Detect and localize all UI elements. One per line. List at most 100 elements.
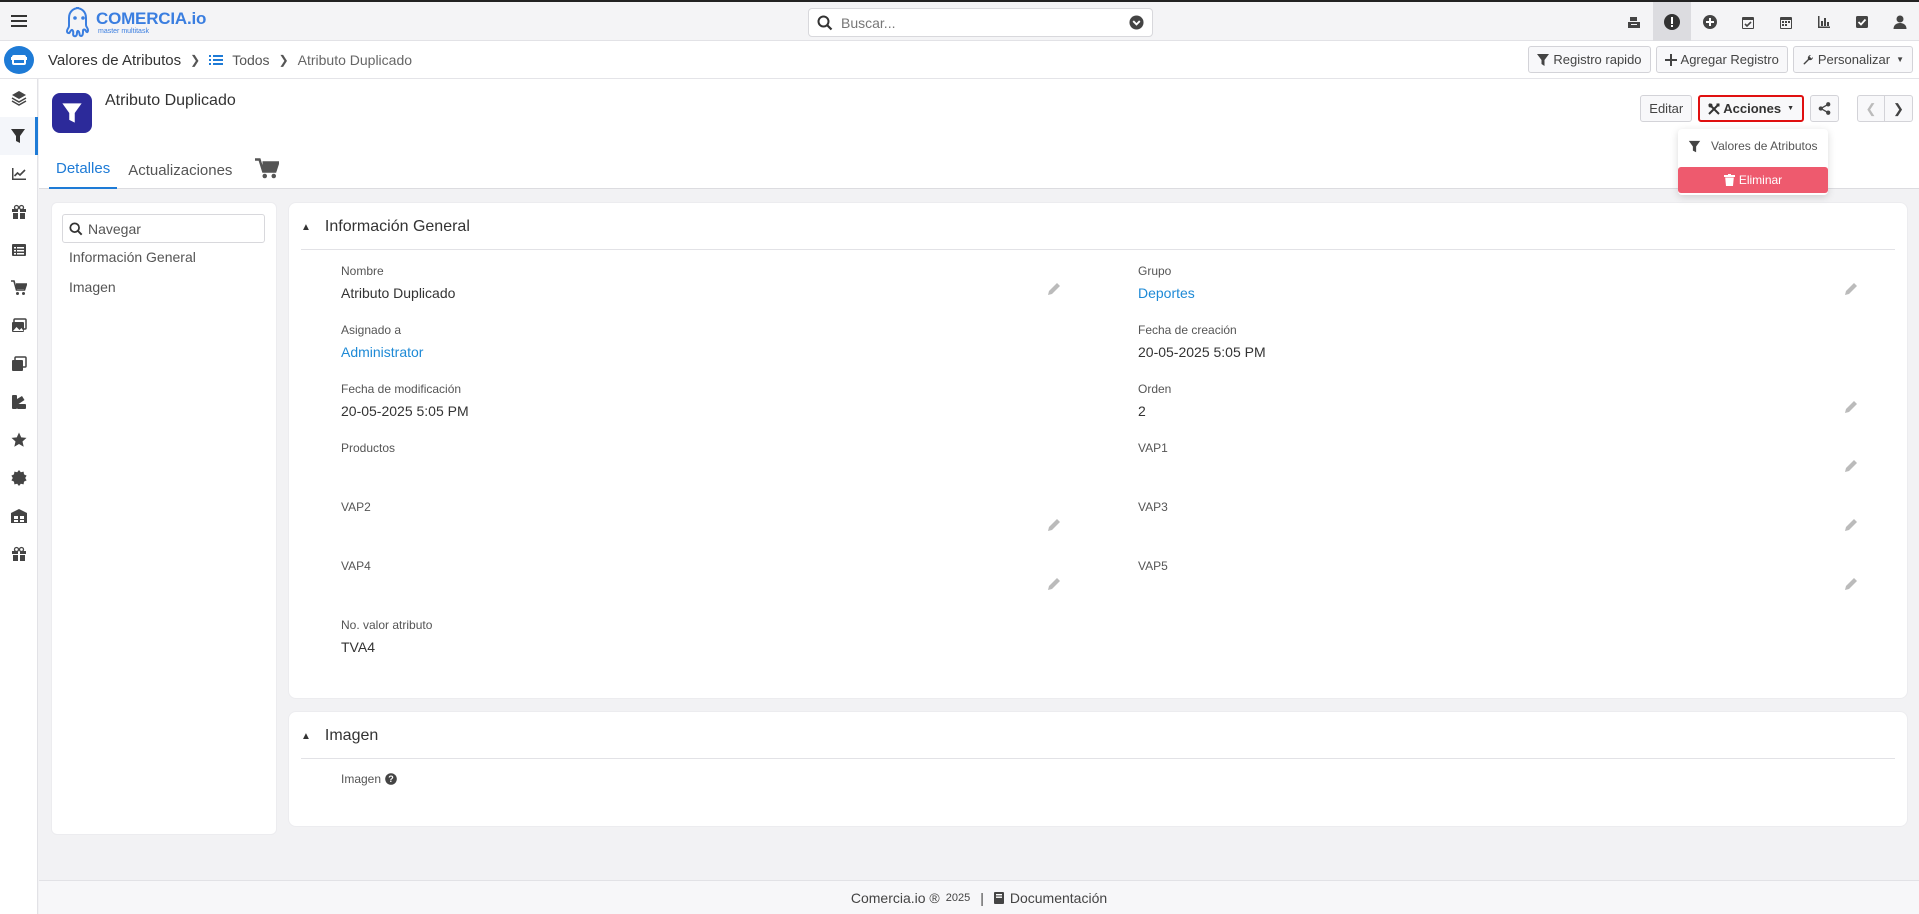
field-label: Fecha de modificación: [341, 382, 462, 396]
brand-logo[interactable]: COMERCIA.io master multitask: [66, 4, 206, 40]
main-content: Atributo Duplicado Detalles Actualizacio…: [39, 79, 1919, 914]
calendar-icon[interactable]: [1767, 2, 1805, 42]
record-filter-icon: [52, 93, 92, 133]
documentation-link[interactable]: Documentación: [1010, 890, 1107, 906]
panel-header[interactable]: ▲ Imagen: [301, 724, 378, 748]
field-label: Asignado a: [341, 323, 402, 337]
sidebar-list-icon[interactable]: [0, 231, 38, 269]
field-label: Orden: [1138, 382, 1172, 396]
bar-chart-icon[interactable]: [1805, 2, 1843, 42]
pencil-icon[interactable]: [1844, 400, 1858, 414]
filter-icon: [1537, 53, 1550, 66]
edit-button[interactable]: Editar: [1640, 95, 1693, 122]
field-value: TVA4: [341, 639, 375, 655]
pencil-icon[interactable]: [1844, 459, 1858, 473]
field-label: Fecha de creación: [1138, 323, 1237, 337]
footer-year: 2025: [945, 891, 971, 904]
cash-register-icon[interactable]: [1615, 2, 1653, 42]
search-input[interactable]: [841, 14, 1129, 31]
add-record-button[interactable]: Agregar Registro: [1655, 46, 1788, 73]
tab-detalles[interactable]: Detalles: [49, 160, 118, 189]
menu-item-valores-atributos[interactable]: Valores de Atributos: [1678, 129, 1828, 163]
nav-link-informacion-general[interactable]: Información General: [69, 249, 196, 265]
breadcrumb-bar: Valores de Atributos ❯ Todos ❯ Atributo …: [0, 41, 1919, 79]
sidebar-images-icon[interactable]: [0, 307, 38, 345]
pencil-icon[interactable]: [1047, 577, 1061, 591]
breadcrumb-separator-icon: ❯: [190, 53, 201, 67]
delete-button[interactable]: Eliminar: [1678, 167, 1828, 193]
check-square-icon[interactable]: [1843, 2, 1881, 42]
field-value: [1138, 462, 1858, 479]
field-fecha-modificacion: Fecha de modificación 20-05-2025 5:05 PM: [341, 382, 1061, 420]
field-value: [1138, 521, 1858, 538]
collapse-caret-icon[interactable]: ▲: [301, 731, 311, 742]
sidebar-gift-icon[interactable]: [0, 193, 38, 231]
field-value: 2: [1138, 403, 1146, 419]
breadcrumb-list[interactable]: Todos: [209, 52, 270, 68]
customize-label: Personalizar: [1817, 52, 1891, 67]
breadcrumb-record: Atributo Duplicado: [297, 52, 413, 68]
quick-create-label: Registro rapido: [1553, 52, 1642, 67]
sidebar-warehouse-icon[interactable]: [0, 497, 38, 535]
pencil-icon[interactable]: [1844, 282, 1858, 296]
sidebar-copy-icon[interactable]: [0, 345, 38, 383]
help-icon[interactable]: ?: [385, 773, 397, 785]
field-vap4: VAP4: [341, 559, 1061, 597]
tab-cart-icon[interactable]: [243, 158, 285, 189]
sidebar-badge-icon[interactable]: [0, 459, 38, 497]
sidebar-swatches-icon[interactable]: [0, 383, 38, 421]
field-label: Imagen: [341, 772, 382, 786]
tools-icon: [1708, 102, 1720, 115]
panel-informacion-general: ▲ Información General Nombre Atributo Du…: [288, 202, 1908, 699]
field-productos: Productos: [341, 441, 1061, 479]
field-orden: Orden 2: [1138, 382, 1858, 420]
alert-icon[interactable]: [1653, 2, 1691, 42]
sidebar-cart-icon[interactable]: [0, 269, 38, 307]
sidebar-layers-icon[interactable]: [0, 79, 38, 117]
filter-icon: [1688, 140, 1701, 152]
sidebar-gift-icon[interactable]: [0, 535, 38, 573]
breadcrumb-separator-icon: ❯: [278, 53, 289, 67]
field-value: 20-05-2025 5:05 PM: [1138, 344, 1266, 360]
navigator-search-input[interactable]: [88, 220, 258, 237]
sidebar-star-icon[interactable]: [0, 421, 38, 459]
actions-dropdown-button[interactable]: Acciones ▼: [1698, 95, 1804, 122]
field-value-link[interactable]: Administrator: [341, 344, 1061, 361]
calendar-check-icon[interactable]: [1729, 2, 1767, 42]
trash-icon: [1723, 174, 1735, 186]
sidebar-line-chart-icon[interactable]: [0, 155, 38, 193]
nav-link-imagen[interactable]: Imagen: [69, 279, 116, 295]
pencil-icon[interactable]: [1047, 282, 1061, 296]
hamburger-menu-icon[interactable]: [9, 11, 29, 31]
store-home-icon[interactable]: [4, 46, 34, 74]
field-fecha-creacion: Fecha de creación 20-05-2025 5:05 PM: [1138, 323, 1858, 361]
record-tabs: Detalles Actualizaciones: [49, 151, 289, 189]
user-icon[interactable]: [1881, 2, 1919, 42]
field-grupo: Grupo Deportes: [1138, 264, 1858, 302]
sidebar-filter-icon[interactable]: [0, 117, 38, 155]
field-value: 20-05-2025 5:05 PM: [341, 403, 469, 419]
plus-circle-icon[interactable]: [1691, 2, 1729, 42]
search-icon: [69, 221, 83, 235]
svg-text:?: ?: [388, 774, 394, 784]
field-label: VAP5: [1138, 559, 1168, 573]
field-value-link[interactable]: Deportes: [1138, 285, 1858, 302]
pencil-icon[interactable]: [1047, 518, 1061, 532]
wrench-icon: [1803, 54, 1813, 64]
field-vap5: VAP5: [1138, 559, 1858, 597]
share-button[interactable]: [1810, 95, 1839, 122]
field-label: Grupo: [1138, 264, 1172, 278]
tab-actualizaciones[interactable]: Actualizaciones: [121, 162, 239, 189]
previous-record-button[interactable]: ❮: [1857, 95, 1885, 122]
pencil-icon[interactable]: [1844, 577, 1858, 591]
customize-button[interactable]: Personalizar ▼: [1792, 46, 1913, 73]
breadcrumb-module[interactable]: Valores de Atributos: [48, 52, 181, 69]
next-record-button[interactable]: ❯: [1885, 95, 1913, 122]
chevron-down-circle-icon[interactable]: [1129, 15, 1144, 30]
panel-header[interactable]: ▲ Información General: [301, 215, 470, 239]
pencil-icon[interactable]: [1844, 518, 1858, 532]
caret-down-icon: ▼: [1896, 55, 1904, 64]
panel-title: Imagen: [324, 727, 379, 744]
collapse-caret-icon[interactable]: ▲: [301, 222, 311, 233]
quick-create-button[interactable]: Registro rapido: [1528, 46, 1651, 73]
